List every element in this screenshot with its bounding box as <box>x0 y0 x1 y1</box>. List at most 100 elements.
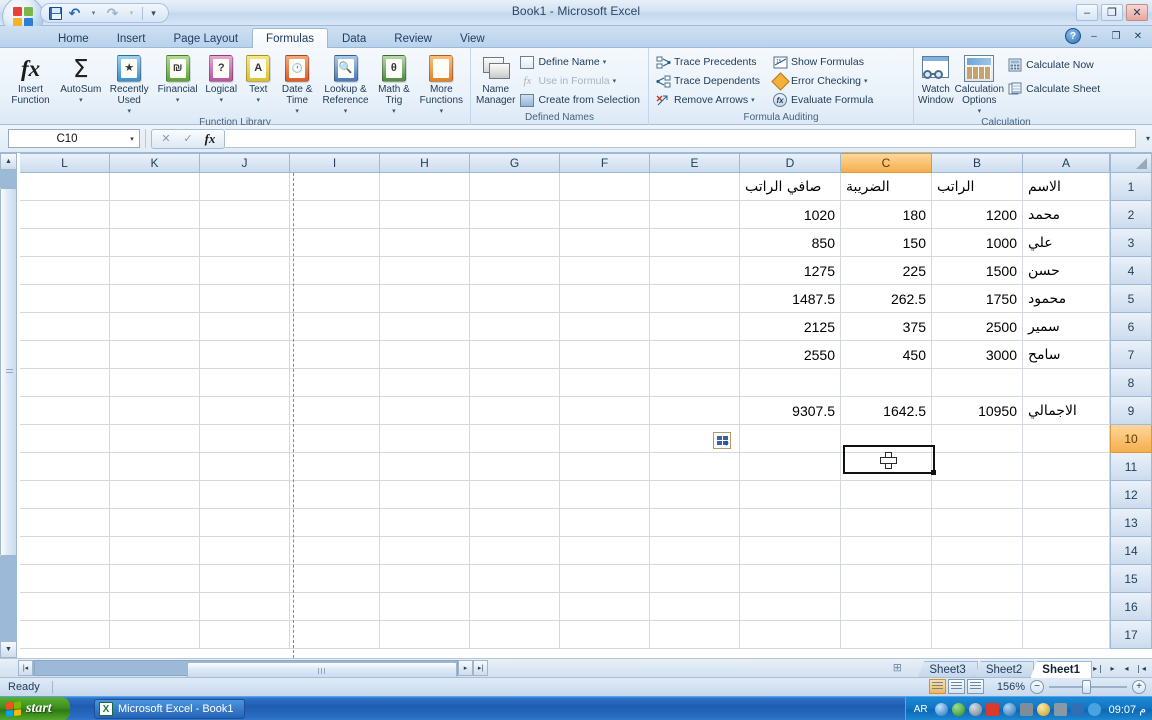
cell-H12[interactable] <box>380 481 470 509</box>
cell-I2[interactable] <box>290 201 380 229</box>
cell-F16[interactable] <box>560 593 650 621</box>
cell-L14[interactable] <box>20 537 110 565</box>
cell-C13[interactable] <box>841 509 932 537</box>
cell-E5[interactable] <box>650 285 740 313</box>
column-header-H[interactable]: H <box>380 153 470 173</box>
paste-options-icon[interactable]: + <box>713 432 731 449</box>
calculate-sheet-button[interactable]: Calculate Sheet <box>1005 80 1104 98</box>
cell-D8[interactable] <box>740 369 841 397</box>
tray-icon-9[interactable] <box>1070 702 1084 716</box>
cell-A17[interactable] <box>1023 621 1110 649</box>
cell-C16[interactable] <box>841 593 932 621</box>
define-name-button[interactable]: Define Name ▾ <box>517 53 644 71</box>
cell-E6[interactable] <box>650 313 740 341</box>
cell-H8[interactable] <box>380 369 470 397</box>
more-functions-caret-icon[interactable]: ▾ <box>440 106 444 117</box>
cell-D15[interactable] <box>740 565 841 593</box>
cell-K14[interactable] <box>110 537 200 565</box>
tab-data[interactable]: Data <box>328 28 380 48</box>
cell-J7[interactable] <box>200 341 290 369</box>
cell-J11[interactable] <box>200 453 290 481</box>
cell-C12[interactable] <box>841 481 932 509</box>
tab-insert[interactable]: Insert <box>103 28 160 48</box>
tray-icon-4[interactable] <box>985 702 999 716</box>
tab-review[interactable]: Review <box>380 28 446 48</box>
cell-E17[interactable] <box>650 621 740 649</box>
cell-C8[interactable] <box>841 369 932 397</box>
tab-page-layout[interactable]: Page Layout <box>159 28 252 48</box>
cell-J16[interactable] <box>200 593 290 621</box>
cell-I9[interactable] <box>290 397 380 425</box>
cell-I7[interactable] <box>290 341 380 369</box>
cell-I1[interactable] <box>290 173 380 201</box>
row-header-6[interactable]: 6 <box>1110 313 1152 341</box>
cell-A2[interactable]: محمد <box>1023 201 1110 229</box>
cell-B9[interactable]: 10950 <box>932 397 1023 425</box>
cell-L16[interactable] <box>20 593 110 621</box>
cell-H4[interactable] <box>380 257 470 285</box>
close-button[interactable]: ✕ <box>1126 4 1148 21</box>
cell-C7[interactable]: 450 <box>841 341 932 369</box>
column-header-E[interactable]: E <box>650 153 740 173</box>
row-header-10[interactable]: 10 <box>1110 425 1152 453</box>
cell-L13[interactable] <box>20 509 110 537</box>
cell-E3[interactable] <box>650 229 740 257</box>
cell-B13[interactable] <box>932 509 1023 537</box>
cell-F1[interactable] <box>560 173 650 201</box>
cell-B17[interactable] <box>932 621 1023 649</box>
cell-H16[interactable] <box>380 593 470 621</box>
cell-K9[interactable] <box>110 397 200 425</box>
cell-A8[interactable] <box>1023 369 1110 397</box>
column-header-A[interactable]: A <box>1023 153 1110 173</box>
cell-D3[interactable]: 850 <box>740 229 841 257</box>
cell-E16[interactable] <box>650 593 740 621</box>
sheet-tab-sheet2[interactable]: Sheet2 <box>973 661 1035 678</box>
cell-K16[interactable] <box>110 593 200 621</box>
horizontal-scrollbar[interactable] <box>34 660 458 678</box>
cell-D4[interactable]: 1275 <box>740 257 841 285</box>
tab-formulas[interactable]: Formulas <box>252 28 328 48</box>
cell-K7[interactable] <box>110 341 200 369</box>
cell-G4[interactable] <box>470 257 560 285</box>
cell-B2[interactable]: 1200 <box>932 201 1023 229</box>
define-name-caret-icon[interactable]: ▾ <box>603 58 607 66</box>
calculate-now-button[interactable]: Calculate Now <box>1005 56 1104 74</box>
cell-E13[interactable] <box>650 509 740 537</box>
cell-C10[interactable] <box>841 425 932 453</box>
cell-G12[interactable] <box>470 481 560 509</box>
cell-G13[interactable] <box>470 509 560 537</box>
cell-G2[interactable] <box>470 201 560 229</box>
vertical-scroll-thumb[interactable] <box>0 188 17 556</box>
row-header-12[interactable]: 12 <box>1110 481 1152 509</box>
row-header-8[interactable]: 8 <box>1110 369 1152 397</box>
cell-L10[interactable] <box>20 425 110 453</box>
cell-J1[interactable] <box>200 173 290 201</box>
cell-B14[interactable] <box>932 537 1023 565</box>
cell-I11[interactable] <box>290 453 380 481</box>
cell-E15[interactable] <box>650 565 740 593</box>
cell-B15[interactable] <box>932 565 1023 593</box>
cell-B5[interactable]: 1750 <box>932 285 1023 313</box>
cell-B4[interactable]: 1500 <box>932 257 1023 285</box>
cell-D9[interactable]: 9307.5 <box>740 397 841 425</box>
trace-dependents-button[interactable]: Trace Dependents <box>653 72 764 90</box>
cell-A14[interactable] <box>1023 537 1110 565</box>
start-button[interactable]: start <box>0 697 70 720</box>
cell-J2[interactable] <box>200 201 290 229</box>
cell-J5[interactable] <box>200 285 290 313</box>
error-checking-button[interactable]: Error Checking ▾ <box>770 71 877 91</box>
column-header-F[interactable]: F <box>560 153 650 173</box>
cell-K13[interactable] <box>110 509 200 537</box>
cell-K17[interactable] <box>110 621 200 649</box>
row-header-11[interactable]: 11 <box>1110 453 1152 481</box>
cell-K11[interactable] <box>110 453 200 481</box>
maximize-button[interactable]: ❐ <box>1101 4 1123 21</box>
cell-J6[interactable] <box>200 313 290 341</box>
show-formulas-button[interactable]: 15 Show Formulas <box>770 53 877 71</box>
cell-G14[interactable] <box>470 537 560 565</box>
cell-L12[interactable] <box>20 481 110 509</box>
cell-G1[interactable] <box>470 173 560 201</box>
cell-B8[interactable] <box>932 369 1023 397</box>
cell-L11[interactable] <box>20 453 110 481</box>
cell-G16[interactable] <box>470 593 560 621</box>
